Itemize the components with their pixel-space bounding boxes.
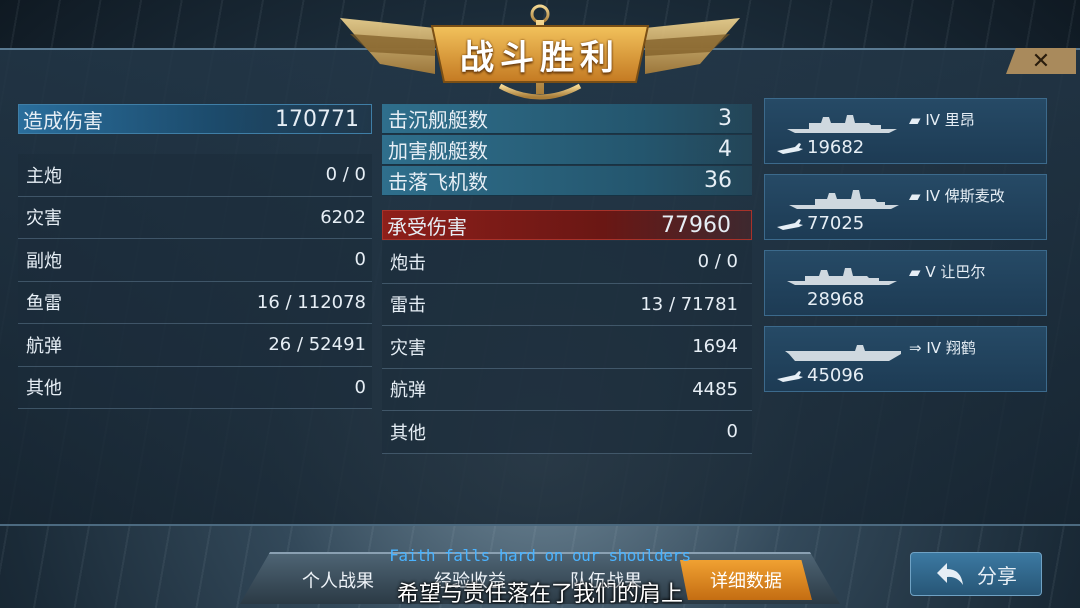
ship-class-icon: ▰ xyxy=(909,187,921,205)
kills-label: 加害舰艇数 xyxy=(388,139,488,163)
kills-row: 击沉舰艇数 3 xyxy=(382,104,752,134)
ship-damage: 77025 xyxy=(777,213,864,234)
damage-taken-header: 承受伤害 77960 xyxy=(382,210,752,240)
battleship-silhouette-icon xyxy=(789,190,899,209)
kills-value: 3 xyxy=(718,106,732,131)
stat-row: 灾害 6202 xyxy=(18,196,372,239)
ship-class-icon: ▰ xyxy=(909,111,921,129)
stat-label: 航弹 xyxy=(26,335,62,357)
stat-value: 0 xyxy=(726,421,738,443)
victory-title: 战斗胜利 xyxy=(460,38,620,78)
damage-taken-total: 77960 xyxy=(661,212,731,238)
ship-card-shokaku[interactable]: ⇒ IV 翔鹤 45096 xyxy=(764,326,1047,392)
stat-row: 主炮 0 / 0 xyxy=(18,154,372,197)
stat-row: 航弹 4485 xyxy=(382,368,752,411)
stat-label: 炮击 xyxy=(390,252,426,274)
damage-taken-list: 炮击 0 / 0 雷击 13 / 71781 灾害 1694 航弹 4485 其他 0 xyxy=(382,241,752,454)
damage-dealt-header: 造成伤害 170771 xyxy=(18,104,372,134)
ship-class-icon: ▰ xyxy=(909,263,921,281)
ship-card-lyon[interactable]: ▰ IV 里昂 19682 xyxy=(764,98,1047,164)
ship-tier: ⇒ IV 翔鹤 xyxy=(909,339,976,357)
stat-row: 航弹 26 / 52491 xyxy=(18,324,372,367)
carrier-silhouette-icon xyxy=(785,345,901,361)
kills-value: 4 xyxy=(718,137,732,162)
ship-name: 让巴尔 xyxy=(940,263,986,281)
stat-label: 副炮 xyxy=(26,250,62,272)
torpedo-plane-icon xyxy=(777,142,803,154)
damage-dealt-panel: 造成伤害 170771 主炮 0 / 0 灾害 6202 副炮 0 鱼雷 16 / 11… xyxy=(18,104,372,409)
battleship-silhouette-icon xyxy=(787,115,897,133)
stat-value: 1694 xyxy=(692,336,738,358)
ship-tier: ▰ IV 俾斯麦改 xyxy=(909,187,1005,205)
stat-row: 灾害 1694 xyxy=(382,326,752,369)
damage-taken-label: 承受伤害 xyxy=(387,214,467,239)
stat-row: 其他 0 xyxy=(382,411,752,454)
stat-row: 雷击 13 / 71781 xyxy=(382,283,752,326)
stat-label: 灾害 xyxy=(26,208,62,230)
ship-damage: 45096 xyxy=(777,365,864,386)
battleship-silhouette-icon xyxy=(787,268,897,285)
stat-value: 0 xyxy=(354,376,366,398)
stat-value: 0 / 0 xyxy=(697,251,738,273)
kills-row: 加害舰艇数 4 xyxy=(382,135,752,165)
kills-label: 击落飞机数 xyxy=(388,170,488,194)
ship-tier: ▰ IV 里昂 xyxy=(909,111,975,129)
stat-label: 其他 xyxy=(26,378,62,400)
kills-value: 36 xyxy=(704,168,732,193)
stat-row: 鱼雷 16 / 112078 xyxy=(18,281,372,324)
ship-damage: 28968 xyxy=(807,289,865,310)
kills-row: 击落飞机数 36 xyxy=(382,166,752,196)
ship-name: 俾斯麦改 xyxy=(944,187,1005,205)
torpedo-plane-icon xyxy=(777,370,803,382)
stat-label: 鱼雷 xyxy=(26,293,62,315)
stat-label: 主炮 xyxy=(26,165,62,187)
close-button[interactable]: ✕ xyxy=(1006,48,1076,74)
stat-value: 0 / 0 xyxy=(325,164,366,186)
close-icon: ✕ xyxy=(1031,48,1051,74)
stat-value: 0 xyxy=(354,249,366,271)
damage-dealt-label: 造成伤害 xyxy=(23,108,103,133)
kills-label: 击沉舰艇数 xyxy=(388,108,488,132)
subtitle-english: Faith falls hard on our shoulders xyxy=(389,546,691,565)
stat-row: 其他 0 xyxy=(18,366,372,409)
ship-name: 翔鹤 xyxy=(945,339,976,357)
stat-value: 6202 xyxy=(320,206,366,228)
stat-value: 16 / 112078 xyxy=(256,291,366,313)
subtitle-chinese: 希望与责任落在了我们的肩上 xyxy=(396,582,683,607)
stat-value: 26 / 52491 xyxy=(268,334,366,356)
ship-list: ▰ IV 里昂 19682 ▰ IV 俾斯麦改 77025 ▰ V 让巴尔 28… xyxy=(764,98,1047,402)
ship-card-jean-bart[interactable]: ▰ V 让巴尔 28968 xyxy=(764,250,1047,316)
stat-row: 炮击 0 / 0 xyxy=(382,241,752,284)
ship-damage: 19682 xyxy=(777,137,864,158)
torpedo-plane-icon xyxy=(777,218,803,230)
stat-value: 4485 xyxy=(692,378,738,400)
carrier-class-icon: ⇒ xyxy=(909,339,922,357)
stat-value: 13 / 71781 xyxy=(640,293,738,315)
stat-label: 灾害 xyxy=(390,337,426,359)
ship-tier: ▰ V 让巴尔 xyxy=(909,263,986,281)
ship-name: 里昂 xyxy=(944,111,975,129)
damage-dealt-total: 170771 xyxy=(275,106,359,132)
stat-row: 副炮 0 xyxy=(18,239,372,282)
stat-label: 雷击 xyxy=(390,295,426,317)
ship-card-bismarck-kai[interactable]: ▰ IV 俾斯麦改 77025 xyxy=(764,174,1047,240)
combat-summary-panel: 击沉舰艇数 3 加害舰艇数 4 击落飞机数 36 承受伤害 77960 炮击 0 / 0… xyxy=(382,104,752,454)
stat-label: 航弹 xyxy=(390,380,426,402)
stat-label: 其他 xyxy=(390,422,426,444)
